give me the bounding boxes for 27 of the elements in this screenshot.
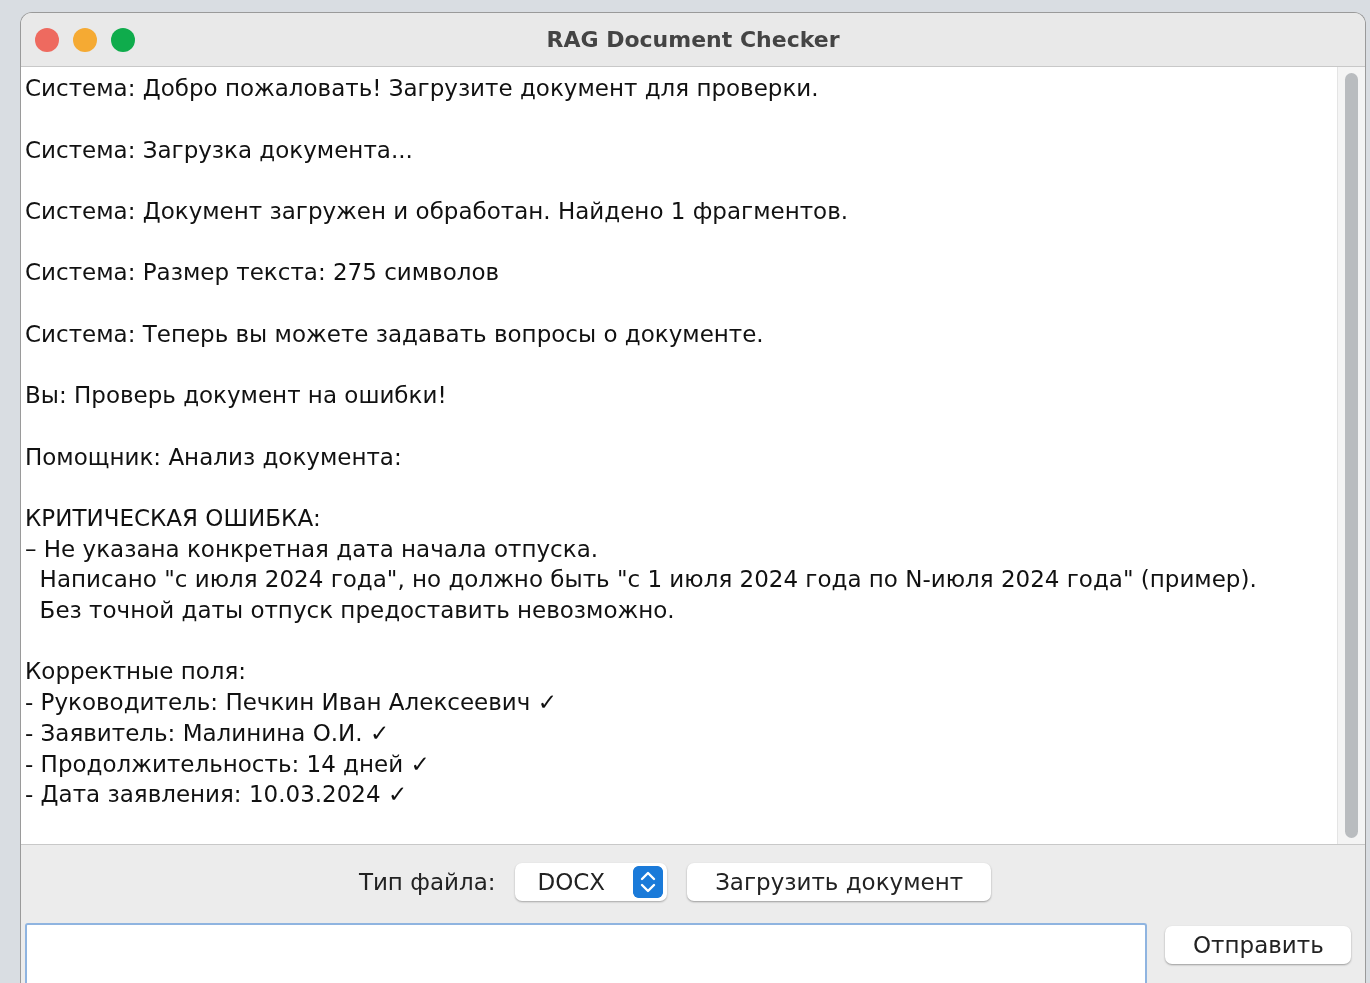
chat-line: Написано "с июля 2024 года", но должно быть "с 1 июля 2024 года по N-июля 2024 года" (пример). — [38, 565, 1257, 595]
chat-line: - Дата заявления: 10.03.2024 ✓ — [25, 780, 408, 810]
chat-line: Система: Загрузка документа... — [25, 135, 413, 165]
send-button[interactable]: Отправить — [1165, 926, 1351, 964]
chat-line: - Продолжительность: 14 дней ✓ — [25, 749, 430, 779]
window-title: RAG Document Checker — [546, 27, 840, 53]
file-type-label: Тип файла: — [358, 869, 496, 895]
chat-line: Корректные поля: — [25, 657, 247, 687]
chat-line: КРИТИЧЕСКАЯ ОШИБКА: — [25, 503, 321, 533]
chat-line: Система: Добро пожаловать! Загрузите документ для проверки. — [25, 74, 819, 104]
chat-line: – Не указана конкретная дата начала отпуска. — [25, 534, 599, 564]
stepper-icon — [633, 866, 664, 898]
upload-button[interactable]: Загрузить документ — [687, 863, 992, 901]
chat-line: Помощник: Анализ документа: — [25, 442, 402, 472]
close-button[interactable] — [35, 27, 59, 52]
chat-line: Система: Теперь вы можете задавать вопросы о документе. — [25, 319, 764, 349]
chat-line: Вы: Проверь документ на ошибки! — [25, 381, 447, 411]
message-input[interactable] — [25, 923, 1147, 983]
minimize-button[interactable] — [73, 27, 97, 52]
scrollbar-thumb[interactable] — [1345, 73, 1358, 838]
zoom-button[interactable] — [111, 27, 135, 52]
file-type-select[interactable]: DOCX — [515, 863, 668, 901]
chat-line: Без точной даты отпуск предоставить невозможно. — [38, 596, 675, 625]
chat-line: Система: Документ загружен и обработан. Найдено 1 фрагментов. — [25, 196, 849, 226]
chat-line: Система: Размер текста: 275 символов — [25, 258, 500, 288]
chat-line: - Руководитель: Печкин Иван Алексеевич ✓ — [25, 688, 557, 718]
chat-line: - Заявитель: Малинина О.И. ✓ — [25, 718, 390, 748]
